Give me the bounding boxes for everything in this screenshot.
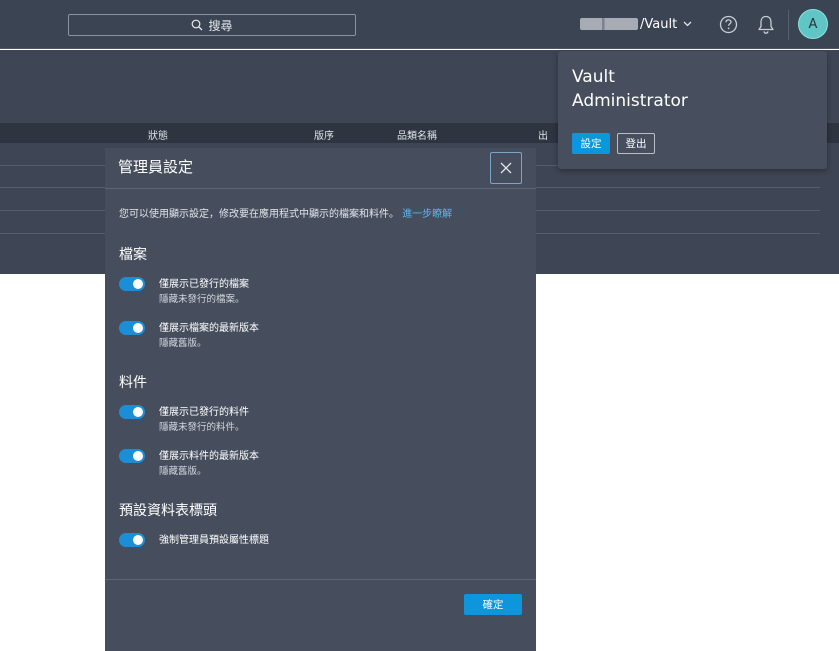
- search-icon: [192, 19, 203, 31]
- column-header-category-name[interactable]: 品類名稱: [397, 127, 437, 142]
- settings-button[interactable]: 設定: [572, 133, 610, 154]
- toggle-released-files[interactable]: [119, 277, 145, 291]
- close-icon: [500, 162, 512, 174]
- toggle-label: 僅展示已發行的料件: [159, 407, 249, 418]
- redacted-server-name: [580, 18, 638, 30]
- dialog-title: 管理員設定: [118, 158, 194, 176]
- dialog-footer-divider: [105, 579, 536, 580]
- toggle-description: 隱藏舊版。: [159, 338, 207, 349]
- ok-button[interactable]: 確定: [464, 594, 522, 615]
- bell-icon[interactable]: [756, 14, 776, 35]
- toggle-description: 隱藏未發行的檔案。: [159, 294, 245, 305]
- toggle-label: 僅展示料件的最新版本: [159, 451, 259, 462]
- toggle-label: 僅展示檔案的最新版本: [159, 323, 259, 334]
- vault-path-label: /Vault: [640, 16, 678, 32]
- column-header-partial[interactable]: 出: [538, 127, 548, 142]
- toggle-released-items[interactable]: [119, 405, 145, 419]
- topbar-divider: [788, 10, 789, 40]
- dialog-header-divider: [105, 188, 536, 189]
- column-header-revision[interactable]: 版序: [314, 127, 334, 142]
- avatar[interactable]: A: [798, 9, 828, 39]
- toggle-description: 隱藏舊版。: [159, 466, 207, 477]
- search-label: 搜尋: [208, 18, 233, 33]
- chevron-down-icon: [683, 21, 692, 27]
- user-display-name: Vault Administrator: [572, 67, 688, 111]
- section-title-files: 檔案: [119, 247, 147, 263]
- toggle-latest-files[interactable]: [119, 321, 145, 335]
- toggle-label: 強制管理員預設屬性標題: [159, 535, 269, 546]
- user-menu-popover: Vault Administrator 設定 登出: [558, 51, 827, 169]
- top-bar: 搜尋 /Vault A: [0, 0, 839, 49]
- section-title-default-table-headers: 預設資料表標頭: [119, 503, 217, 519]
- vault-selector[interactable]: /Vault: [580, 14, 692, 34]
- logout-button[interactable]: 登出: [617, 133, 655, 154]
- dialog-description: 您可以使用顯示設定，修改要在應用程式中顯示的檔案和料件。 進一步瞭解: [119, 209, 453, 220]
- column-header-status[interactable]: 狀態: [148, 127, 168, 142]
- toggle-latest-items[interactable]: [119, 449, 145, 463]
- search-input[interactable]: 搜尋: [68, 14, 356, 36]
- admin-settings-dialog: 管理員設定 您可以使用顯示設定，修改要在應用程式中顯示的檔案和料件。 進一步瞭解…: [105, 148, 536, 651]
- help-icon[interactable]: [719, 15, 738, 34]
- toggle-force-admin-headers[interactable]: [119, 533, 145, 547]
- section-title-items: 料件: [119, 375, 147, 391]
- learn-more-link[interactable]: 進一步瞭解: [402, 209, 452, 220]
- toggle-description: 隱藏未發行的料件。: [159, 422, 245, 433]
- toggle-label: 僅展示已發行的檔案: [159, 279, 249, 290]
- close-button[interactable]: [490, 152, 522, 184]
